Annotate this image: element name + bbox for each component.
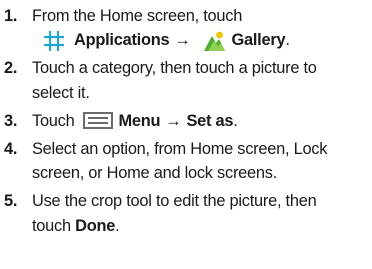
step-number: 2.: [4, 59, 18, 78]
step-3-prefix: Touch: [32, 111, 75, 130]
step-5-line-2: touch Done.: [32, 214, 368, 238]
gallery-icon: [203, 30, 226, 52]
applications-label: Applications: [74, 31, 170, 50]
menu-label: Menu: [118, 111, 161, 130]
end-punct: .: [285, 31, 290, 50]
step-2-line-2: select it.: [32, 83, 90, 102]
step-2-line-1: Touch a category, then touch a picture t…: [32, 59, 317, 78]
set-as-label: Set as: [186, 111, 234, 130]
gallery-label: Gallery: [231, 31, 286, 50]
step-text: Touch a category, then touch a picture t…: [32, 56, 368, 105]
arrow: →: [174, 31, 191, 50]
step-1: 1. From the Home screen, touch Applicati…: [4, 4, 368, 53]
step-number: 1.: [4, 7, 18, 25]
step-4-line-1: Select an option, from Home screen, Lock: [32, 139, 328, 158]
done-label: Done: [75, 216, 116, 235]
step-5-line-2-prefix: touch: [32, 216, 76, 235]
step-2: 2. Touch a category, then touch a pictur…: [4, 56, 368, 105]
step-1-line-2: Applications → Gallery.: [32, 28, 368, 52]
step-number: 5.: [4, 192, 18, 211]
step-number: 3.: [4, 111, 18, 130]
step-text: From the Home screen, touch Applications…: [32, 4, 368, 53]
applications-grid-icon: [44, 30, 64, 51]
menu-icon: [82, 111, 113, 129]
step-4-line-2: screen, or Home and lock screens.: [32, 164, 278, 183]
step-5-line-1: Use the crop tool to edit the picture, t…: [32, 192, 317, 211]
step-number: 4.: [4, 139, 18, 158]
step-4: 4. Select an option, from Home screen, L…: [4, 137, 368, 186]
end-punct: .: [233, 111, 238, 130]
steps-list: 1. From the Home screen, touch Applicati…: [4, 4, 368, 242]
step-3: 3. Touch Menu → Set as.: [4, 109, 368, 133]
arrow: →: [165, 111, 182, 130]
end-punct: .: [115, 216, 120, 235]
instructions-page: 1. From the Home screen, touch Applicati…: [0, 0, 372, 269]
step-1-line-1: From the Home screen, touch: [32, 7, 243, 25]
step-text: Select an option, from Home screen, Lock…: [32, 137, 368, 186]
step-text: Use the crop tool to edit the picture, t…: [32, 189, 368, 238]
step-5: 5. Use the crop tool to edit the picture…: [4, 189, 368, 238]
step-text: Touch Menu → Set as.: [32, 109, 368, 133]
